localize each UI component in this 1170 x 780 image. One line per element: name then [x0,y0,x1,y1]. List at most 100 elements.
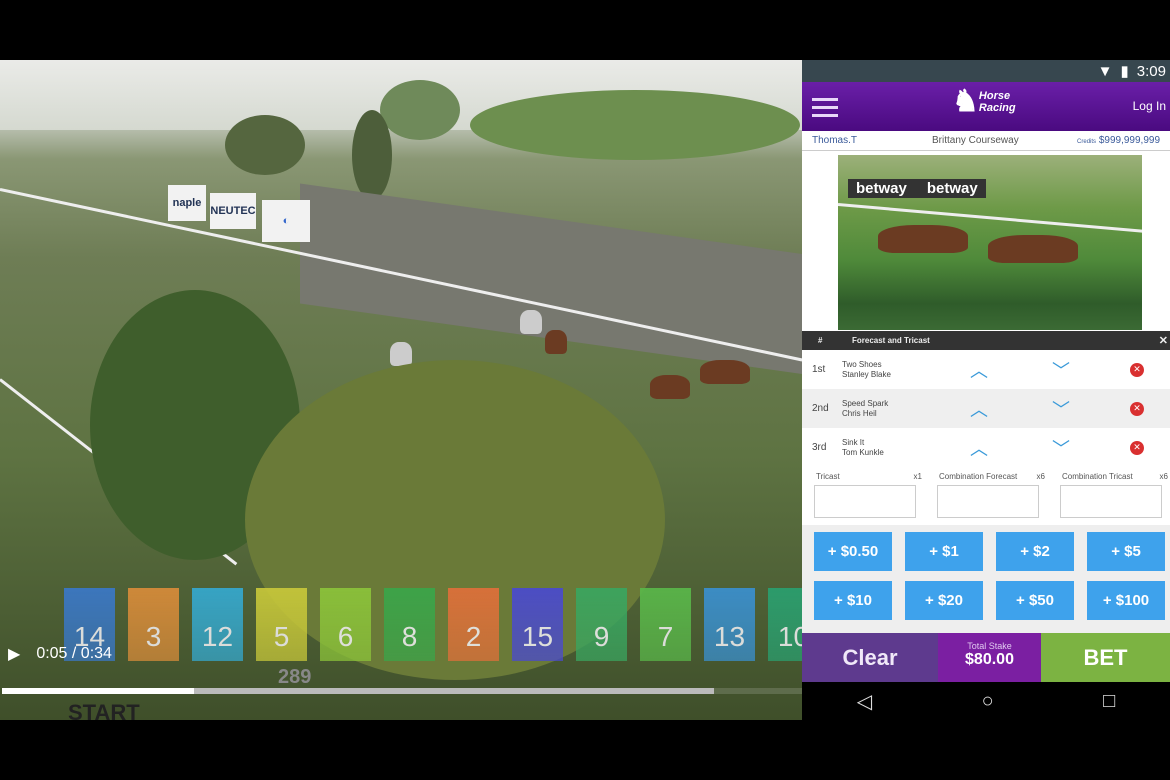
stake-input[interactable] [814,485,916,518]
race-video[interactable]: naple NEUTEC ◐ 14 3 12 5 6 8 2 15 9 7 13 10 ▶ 0:05 /… [0,60,802,720]
horse [878,225,968,253]
track-name: Brittany Courseway [932,135,1019,146]
horse [988,235,1078,263]
move-down-icon[interactable]: ﹀ [1052,357,1070,383]
horse-name: Sink It [842,437,865,447]
stake-input[interactable] [937,485,1039,518]
horse-name: Speed Spark [842,398,889,408]
app-header: ♞ Horse Racing Log In [802,82,1170,131]
tree [225,115,305,175]
field-multiplier: x1 [913,472,922,481]
battery-icon: ▮ [1120,63,1129,80]
jockey-name: Stanley Blake [842,369,891,379]
video-time: 0:05 / 0:34 [36,645,112,662]
horse-number-tile: 13 [704,588,755,661]
distance-readout: 289 [278,666,312,688]
menu-icon[interactable] [812,98,838,122]
total-stake: Total Stake $80.00 [938,633,1041,682]
field-multiplier: x6 [1036,472,1045,481]
position: 1st [812,364,826,375]
forecast-title: Forecast and Tricast [852,336,930,345]
forecast-header: # Forecast and Tricast ✕ [802,331,1170,350]
horse-number-tile: 6 [320,588,371,661]
sponsor-banner: betway betway [848,179,986,198]
android-nav: ◁ ○ □ [802,682,1170,720]
ad-board: ◐ [262,200,310,242]
move-down-icon[interactable]: ﹀ [1052,435,1070,461]
credits-label: Credits [1077,139,1097,145]
info-bar: Thomas.T Brittany Courseway Credits $999… [802,131,1170,151]
jockey-name: Tom Kunkle [842,447,884,457]
add-stake-button[interactable]: + $2 [996,532,1074,571]
credits: $999,999,999 [1098,135,1160,146]
logo-text: Racing [978,102,1016,114]
horse-name: Two Shoes [842,359,882,369]
add-stake-button[interactable]: + $20 [905,581,983,620]
start-label: START [68,700,140,720]
ad-board: naple [168,185,206,221]
forecast-row: 3rd Sink It Tom Kunkle ︿ ﹀ ✕ [802,428,1170,467]
home-icon[interactable]: ○ [982,690,994,713]
horse-number-tile: 7 [640,588,691,661]
wifi-icon: ▼ [1097,62,1113,80]
rail [838,203,1142,234]
add-stake-button[interactable]: + $10 [814,581,892,620]
sponsor: betway [926,180,978,197]
live-stream[interactable]: betway betway [838,155,1142,330]
add-stake-button[interactable]: + $50 [996,581,1074,620]
played-bar [2,688,194,694]
horse [390,342,412,366]
tree [352,110,392,200]
horse-number-tile: 5 [256,588,307,661]
back-icon[interactable]: ◁ [857,689,872,714]
horse [700,360,750,384]
tree [380,80,460,140]
horse-icon: ♞ [952,85,979,118]
forecast-row: 2nd Speed Spark Chris Heil ︿ ﹀ ✕ [802,389,1170,428]
recents-icon[interactable]: □ [1103,690,1115,713]
remove-icon[interactable]: ✕ [1130,440,1144,455]
add-stake-button[interactable]: + $5 [1087,532,1165,571]
move-up-icon[interactable]: ︿ [970,396,988,422]
remove-icon[interactable]: ✕ [1130,401,1144,416]
login-link[interactable]: Log In [1133,99,1166,113]
field-label: Combination Forecast [939,472,1018,481]
bet-button[interactable]: BET [1041,633,1170,682]
ad-board: NEUTEC [210,193,256,229]
position: 2nd [812,403,829,414]
total-stake-label: Total Stake [967,641,1012,651]
horse [520,310,542,334]
horse-number-tile: 15 [512,588,563,661]
horse [650,375,690,399]
horse-number-tile: 10 [768,588,802,661]
field-label: Combination Tricast [1062,472,1133,481]
move-down-icon[interactable]: ﹀ [1052,396,1070,422]
video-seekbar[interactable] [2,688,802,694]
position-tracker: 14 3 12 5 6 8 2 15 9 7 13 10 [64,588,802,661]
total-stake-value: $80.00 [965,651,1014,668]
play-icon[interactable]: ▶ [8,644,20,664]
move-up-icon[interactable]: ︿ [970,435,988,461]
add-stake-button[interactable]: + $0.50 [814,532,892,571]
add-stake-button[interactable]: + $1 [905,532,983,571]
horse-number-tile: 12 [192,588,243,661]
horse-number-tile: 2 [448,588,499,661]
username: Thomas.T [812,135,858,146]
mobile-app: ▼ ▮ 3:09 ♞ Horse Racing Log In Thomas.T Brit… [802,60,1170,720]
position: 3rd [812,442,827,453]
stake-buttons: + $0.50 + $1 + $2 + $5 + $10 + $20 + $50 + $100 [802,525,1170,633]
jockey-name: Chris Heil [842,408,877,418]
horse-number-tile: 9 [576,588,627,661]
move-up-icon[interactable]: ︿ [970,357,988,383]
remove-icon[interactable]: ✕ [1130,362,1144,377]
add-stake-button[interactable]: + $100 [1087,581,1165,620]
clear-button[interactable]: Clear [802,633,938,682]
close-icon[interactable]: ✕ [1159,334,1170,347]
field-label: Tricast [816,472,840,481]
clock: 3:09 [1136,62,1166,80]
app-logo: ♞ Horse Racing [952,85,1016,118]
field-multiplier: x6 [1159,472,1168,481]
stake-input[interactable] [1060,485,1162,518]
sponsor: betway [856,180,907,197]
col-hash: # [818,336,823,345]
